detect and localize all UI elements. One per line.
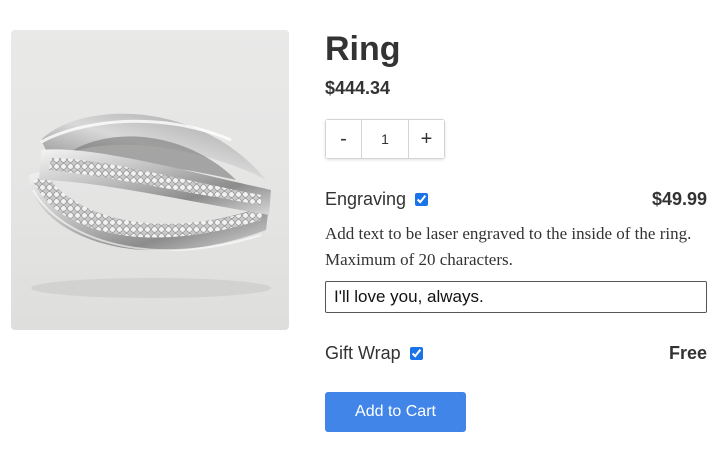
engraving-checkbox[interactable]	[415, 192, 429, 206]
quantity-input[interactable]	[361, 120, 409, 158]
engraving-price: $49.99	[651, 188, 707, 209]
product-image	[11, 30, 289, 330]
quantity-stepper: - +	[325, 119, 445, 159]
engraving-label: Engraving	[325, 188, 407, 209]
gift-wrap-option: Gift Wrap Free	[325, 342, 707, 364]
product-page: Ring $444.34 - + Engraving $49.99 Add te…	[0, 0, 721, 450]
product-price: $444.34	[325, 78, 391, 98]
gift-wrap-price: Free	[668, 342, 707, 363]
engraving-option: Engraving $49.99	[325, 188, 707, 210]
product-title: Ring	[325, 30, 401, 68]
gift-wrap-label: Gift Wrap	[325, 342, 401, 363]
engraving-text-input[interactable]	[325, 281, 707, 313]
ring-illustration	[29, 113, 271, 298]
add-to-cart-button[interactable]: Add to Cart	[325, 392, 466, 432]
decrement-button[interactable]: -	[326, 120, 361, 158]
gift-wrap-checkbox[interactable]	[409, 346, 423, 360]
increment-button[interactable]: +	[409, 120, 444, 158]
engraving-description: Add text to be laser engraved to the ins…	[325, 224, 692, 269]
